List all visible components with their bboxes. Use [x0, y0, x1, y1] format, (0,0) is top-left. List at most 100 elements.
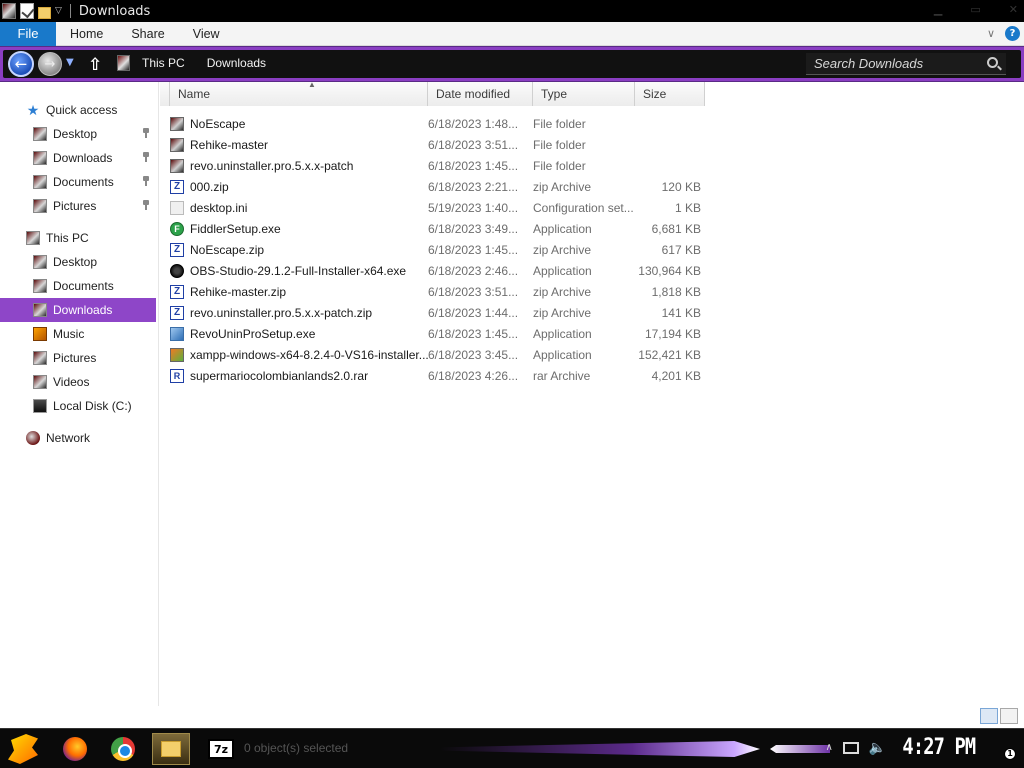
file-size: 120 KB	[661, 179, 701, 194]
location-icon	[117, 55, 130, 71]
minimize-icon[interactable]: ▁	[934, 3, 942, 16]
new-folder-icon[interactable]	[38, 6, 51, 19]
customize-toolbar-chevron-icon[interactable]: ▽	[55, 6, 62, 16]
file-size: 152,421 KB	[638, 347, 701, 362]
column-header-date[interactable]: Date modified	[428, 82, 533, 106]
file-row[interactable]: NoEscape 6/18/2023 1:48... File folder	[170, 113, 870, 134]
column-header-type[interactable]: Type	[533, 82, 635, 106]
search-input[interactable]: Search Downloads	[806, 53, 1006, 75]
file-name-cell: NoEscape	[170, 116, 428, 131]
large-icons-view-icon[interactable]	[1000, 708, 1018, 724]
file-name-cell: Z 000.zip	[170, 179, 428, 194]
sidebar-item-label: Videos	[53, 375, 90, 389]
breadcrumb-downloads[interactable]: Downloads	[207, 56, 266, 70]
file-row[interactable]: revo.uninstaller.pro.5.x.x-patch 6/18/202…	[170, 155, 870, 176]
taskbar-7zip[interactable]: 7z	[202, 733, 240, 765]
pin-icon	[142, 128, 150, 138]
star-icon: ★	[26, 102, 40, 118]
sidebar-item-desktop[interactable]: Desktop	[0, 250, 156, 274]
forward-button[interactable]: →	[38, 52, 62, 76]
column-header-label: Size	[643, 87, 667, 101]
sidebar-item-downloads[interactable]: Downloads	[0, 298, 156, 322]
file-name-cell: Z NoEscape.zip	[170, 242, 428, 257]
music-icon	[33, 327, 47, 341]
back-button[interactable]: ←	[8, 51, 34, 77]
zip-archive-icon: Z	[170, 179, 184, 194]
file-name: revo.uninstaller.pro.5.x.x-patch	[190, 158, 354, 173]
file-date: 6/18/2023 1:44...	[428, 305, 519, 320]
column-header-size[interactable]: Size	[635, 82, 705, 106]
recent-locations-chevron-icon[interactable]: ▼	[66, 57, 74, 68]
sidebar-item-documents-pinned[interactable]: Documents	[0, 170, 156, 194]
file-row[interactable]: Zrevo.uninstaller.pro.5.x.x-patch.zip 6/1…	[170, 302, 870, 323]
tab-home[interactable]: Home	[56, 22, 117, 46]
sidebar-item-documents[interactable]: Documents	[0, 274, 156, 298]
column-header-filler	[705, 82, 1024, 106]
tab-share[interactable]: Share	[117, 22, 178, 46]
action-center-icon[interactable]: 1	[992, 738, 1016, 760]
sidebar-item-label: Pictures	[53, 351, 97, 365]
up-button[interactable]: ⇧	[88, 55, 102, 75]
sidebar-item-pictures[interactable]: Pictures	[0, 346, 156, 370]
breadcrumb-this-pc[interactable]: This PC	[142, 56, 185, 70]
file-row[interactable]: OBS-Studio-29.1.2-Full-Installer-x64.exe…	[170, 260, 870, 281]
sidebar-item-downloads-pinned[interactable]: Downloads	[0, 146, 156, 170]
sidebar-item-network[interactable]: Network	[0, 426, 156, 450]
file-type: zip Archive	[533, 179, 592, 194]
tab-file[interactable]: File	[0, 21, 56, 46]
file-row[interactable]: RevoUninProSetup.exe 6/18/2023 1:45... App…	[170, 323, 870, 344]
taskbar-file-explorer[interactable]	[152, 733, 190, 765]
sidebar-item-this-pc[interactable]: This PC	[0, 226, 156, 250]
file-name: NoEscape.zip	[190, 242, 265, 257]
file-name: NoEscape	[190, 116, 246, 131]
file-type: File folder	[533, 137, 586, 152]
help-icon[interactable]: ?	[1005, 26, 1020, 41]
sidebar-item-videos[interactable]: Videos	[0, 370, 156, 394]
sidebar-item-label: Downloads	[53, 151, 113, 165]
sidebar-item-local-disk[interactable]: Local Disk (C:)	[0, 394, 156, 418]
show-hidden-icons-chevron-icon[interactable]: ∧	[826, 742, 833, 753]
file-row[interactable]: Z Rehike-master.zip 6/18/2023 3:51... zip A…	[170, 281, 870, 302]
sidebar-item-desktop-pinned[interactable]: Desktop	[0, 122, 156, 146]
network-status-icon[interactable]	[842, 741, 859, 754]
details-view-icon[interactable]	[980, 708, 998, 724]
start-icon[interactable]	[8, 734, 38, 764]
search-icon[interactable]	[987, 57, 998, 68]
file-row[interactable]: F FiddlerSetup.exe 6/18/2023 3:49... Applic…	[170, 218, 870, 239]
file-list: Name ▲ Date modified Type Size NoEscape 6…	[160, 80, 1024, 706]
taskbar-chrome[interactable]	[104, 733, 142, 765]
file-name-cell: Rehike-master	[170, 137, 428, 152]
properties-icon[interactable]	[20, 3, 34, 19]
clock[interactable]: 4:27 PM	[903, 735, 977, 760]
close-icon[interactable]: ✕	[1009, 3, 1018, 16]
taskbar-firefox[interactable]	[56, 733, 94, 765]
column-header-name[interactable]: Name ▲	[170, 80, 428, 106]
file-row[interactable]: desktop.ini 5/19/2023 1:40... Configuratio…	[170, 197, 870, 218]
sidebar-item-pictures-pinned[interactable]: Pictures	[0, 194, 156, 218]
sidebar-item-quick-access[interactable]: ★ Quick access	[0, 98, 156, 122]
file-row[interactable]: Rehike-master 6/18/2023 3:51... File folde…	[170, 134, 870, 155]
file-size: 1,818 KB	[651, 284, 701, 299]
desktop-icon	[33, 127, 47, 141]
file-name: Rehike-master	[190, 137, 269, 152]
file-size: 17,194 KB	[644, 326, 701, 341]
file-row[interactable]: Z NoEscape.zip 6/18/2023 1:45... zip Archiv…	[170, 239, 870, 260]
folder-icon	[170, 158, 184, 173]
sidebar-item-label: Quick access	[46, 103, 118, 117]
desktop-icon	[33, 255, 47, 269]
sidebar-item-label: Documents	[53, 175, 114, 189]
app-icon[interactable]	[2, 3, 16, 19]
file-row[interactable]: xampp-windows-x64-8.2.4-0-VS16-installer…	[170, 344, 870, 365]
volume-icon[interactable]: 🔈	[869, 740, 886, 756]
maximize-icon[interactable]: ▭	[970, 3, 980, 16]
file-row[interactable]: Z 000.zip 6/18/2023 2:21... zip Archive 120 …	[170, 176, 870, 197]
taskbar: 7z 0 object(s) selected ∧ 🔈 4:27 PM 1	[0, 728, 1024, 768]
file-size: 6,681 KB	[651, 221, 701, 236]
sidebar-item-label: Pictures	[53, 199, 97, 213]
tab-view[interactable]: View	[179, 22, 234, 46]
sidebar-item-music[interactable]: Music	[0, 322, 156, 346]
file-row[interactable]: Rsupermariocolombianlands2.0.rar 6/18/202…	[170, 365, 870, 386]
file-type: Application	[533, 347, 592, 362]
expand-ribbon-chevron-icon[interactable]: ∨	[987, 27, 995, 40]
forward-arrow-icon: →	[44, 56, 56, 72]
